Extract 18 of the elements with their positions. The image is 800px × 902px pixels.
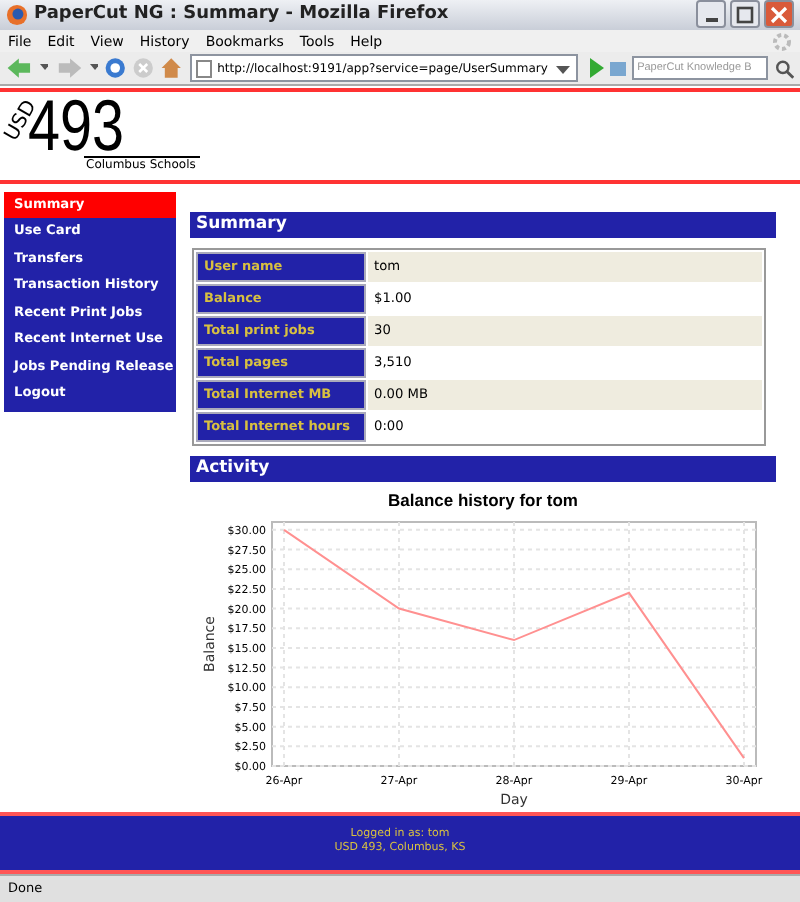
search-icon[interactable] — [773, 55, 794, 82]
maximize-icon — [736, 5, 754, 24]
throbber-icon — [772, 31, 792, 52]
section-heading: Summary — [190, 211, 776, 238]
chart-title: Balance history for tom — [388, 489, 578, 510]
reload-button[interactable] — [103, 54, 127, 83]
window-title: PaperCut NG : Summary - Mozilla Firefox — [34, 4, 451, 25]
close-button[interactable] — [764, 0, 794, 29]
home-button[interactable] — [160, 54, 184, 83]
dropdown-arrow-icon[interactable] — [40, 64, 49, 73]
page-icon — [195, 59, 212, 78]
close-icon — [770, 5, 788, 24]
minimize-icon — [705, 17, 717, 22]
dropdown-arrow-icon[interactable] — [89, 64, 98, 73]
section-heading: Activity — [190, 455, 776, 482]
browser-logo-icon — [6, 3, 28, 26]
maximize-button[interactable] — [730, 0, 760, 29]
minimize-button[interactable] — [696, 0, 726, 29]
